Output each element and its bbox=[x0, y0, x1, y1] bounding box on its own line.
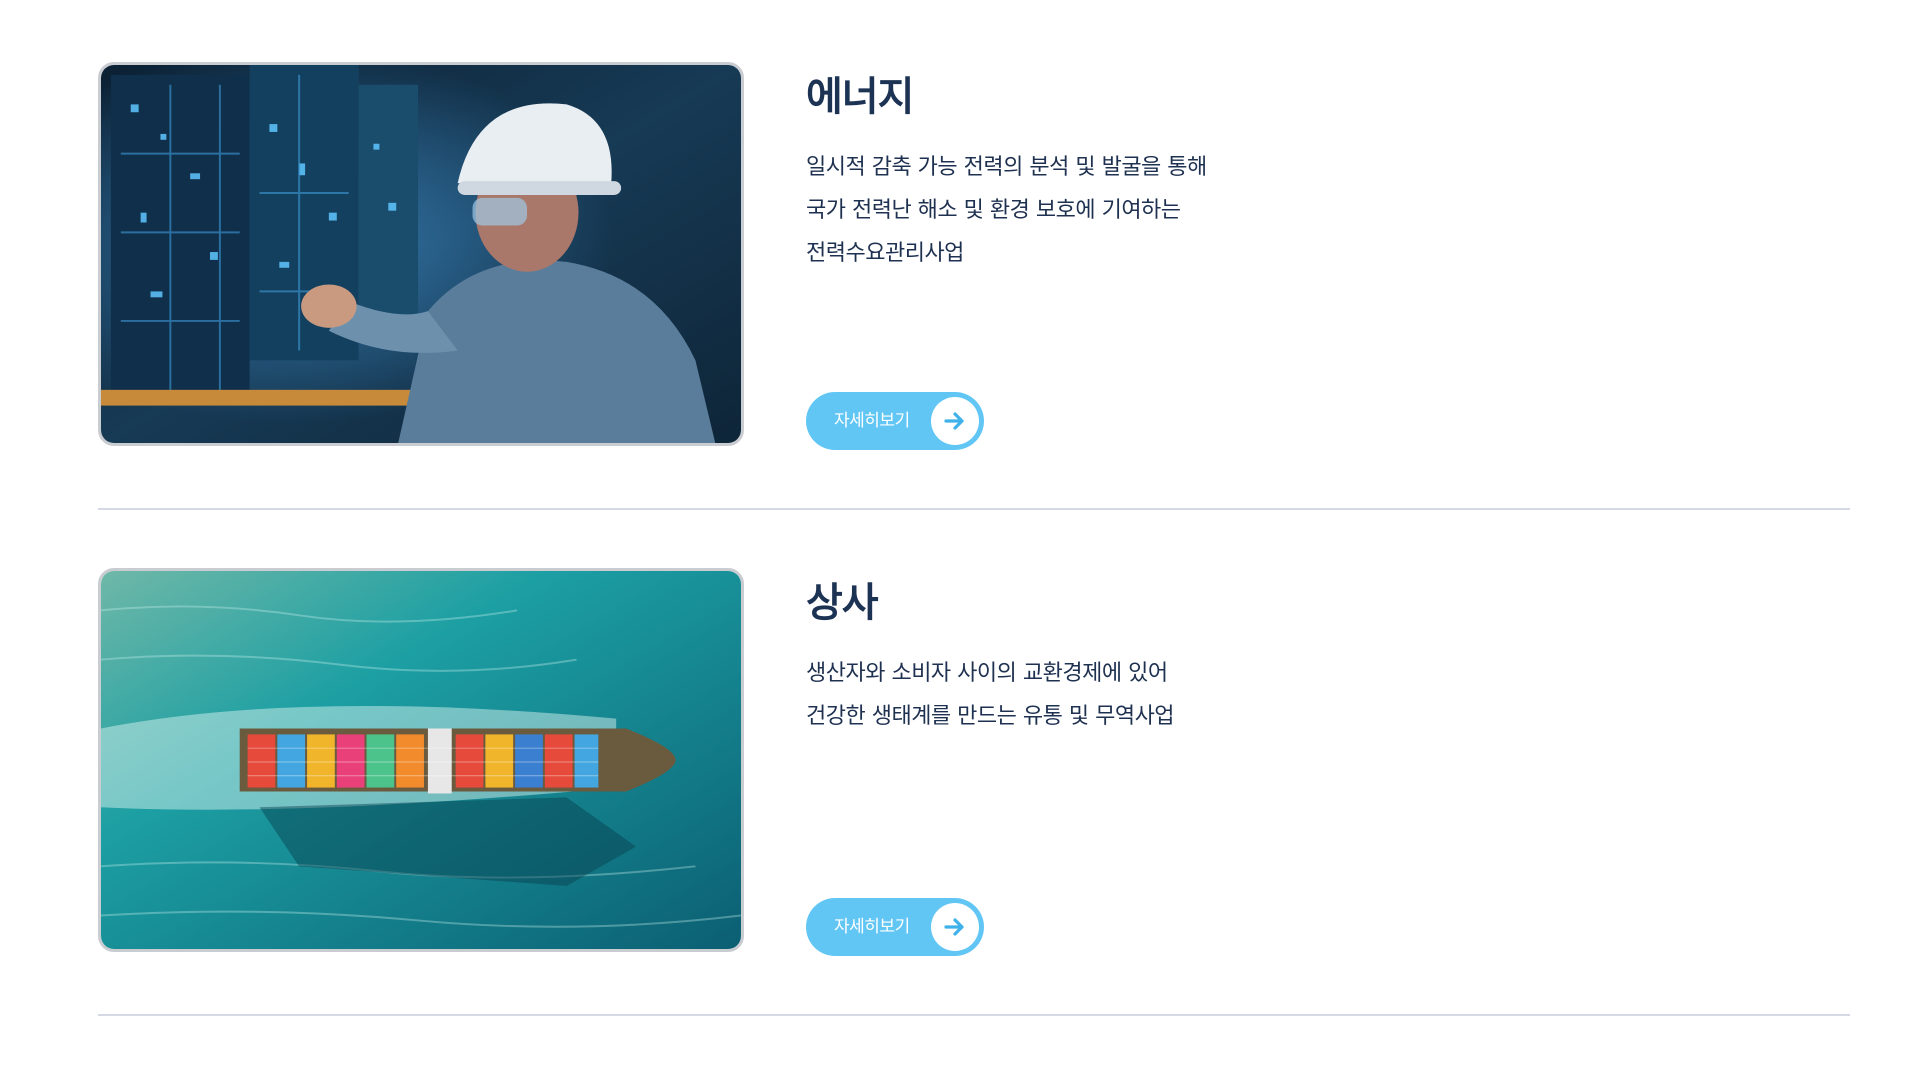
description-line: 생산자와 소비자 사이의 교환경제에 있어 bbox=[806, 661, 1168, 686]
trade-content: 상사 생산자와 소비자 사이의 교환경제에 있어 건강한 생태계를 만드는 유통… bbox=[806, 568, 1706, 956]
engineer-photo-icon bbox=[101, 65, 741, 443]
view-more-button[interactable]: 자세히보기 bbox=[806, 898, 984, 956]
business-section-energy: 에너지 일시적 감축 가능 전력의 분석 및 발굴을 통해 국가 전력난 해소 … bbox=[98, 0, 1850, 510]
cargo-ship-photo-icon bbox=[101, 571, 741, 949]
description-line: 국가 전력난 해소 및 환경 보호에 기여하는 bbox=[806, 198, 1181, 223]
description-line: 건강한 생태계를 만드는 유통 및 무역사업 bbox=[806, 704, 1175, 729]
business-section-trade: 상사 생산자와 소비자 사이의 교환경제에 있어 건강한 생태계를 만드는 유통… bbox=[98, 506, 1850, 1016]
section-description: 일시적 감축 가능 전력의 분석 및 발굴을 통해 국가 전력난 해소 및 환경… bbox=[806, 146, 1207, 275]
energy-content: 에너지 일시적 감축 가능 전력의 분석 및 발굴을 통해 국가 전력난 해소 … bbox=[806, 62, 1706, 450]
description-line: 전력수요관리사업 bbox=[806, 241, 964, 266]
section-title: 상사 bbox=[806, 580, 879, 626]
description-line: 일시적 감축 가능 전력의 분석 및 발굴을 통해 bbox=[806, 155, 1207, 180]
arrow-right-icon bbox=[931, 903, 979, 951]
arrow-right-icon bbox=[931, 397, 979, 445]
view-more-label: 자세히보기 bbox=[834, 917, 910, 937]
section-description: 생산자와 소비자 사이의 교환경제에 있어 건강한 생태계를 만드는 유통 및 … bbox=[806, 652, 1175, 738]
view-more-label: 자세히보기 bbox=[834, 411, 910, 431]
energy-image bbox=[98, 62, 744, 446]
view-more-button[interactable]: 자세히보기 bbox=[806, 392, 984, 450]
trade-image bbox=[98, 568, 744, 952]
section-divider bbox=[98, 1014, 1850, 1016]
section-title: 에너지 bbox=[806, 74, 914, 120]
